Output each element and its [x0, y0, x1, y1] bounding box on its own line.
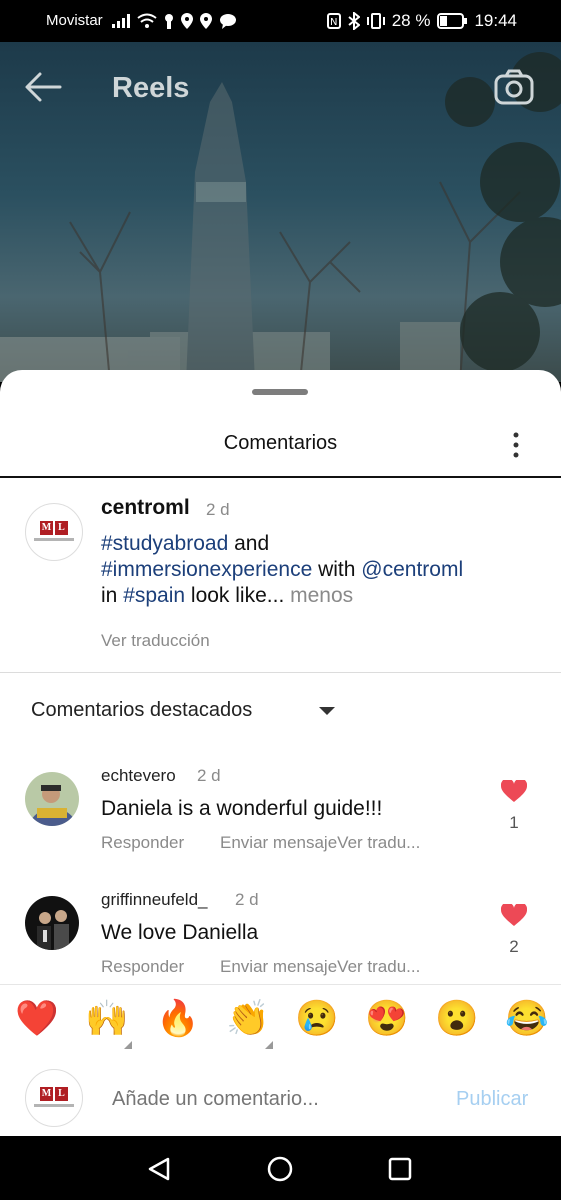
emoji-clapping-hands[interactable]: 👏 — [226, 999, 270, 1039]
header-divider — [0, 476, 561, 478]
divider — [0, 672, 561, 673]
hashtag-link[interactable]: #spain — [123, 584, 185, 607]
location-icon — [181, 13, 193, 29]
battery-percent: 28 % — [391, 11, 431, 30]
post-username[interactable]: centroml — [101, 496, 190, 520]
hashtag-link[interactable]: #immersionexperience — [101, 558, 312, 581]
bluetooth-icon — [348, 12, 360, 30]
svg-text:N: N — [330, 17, 337, 28]
comment-time: 2 d — [235, 890, 259, 909]
video-scene — [0, 52, 561, 382]
heart-icon[interactable] — [501, 780, 527, 803]
comment-input[interactable] — [112, 1088, 432, 1111]
less-link[interactable]: menos — [290, 584, 353, 607]
mention-link[interactable]: @centroml — [361, 558, 463, 581]
emoji-reaction-bar: ❤️ 🙌 🔥 👏 😢 😍 😮 😂 — [0, 984, 561, 1060]
like-count: 2 — [509, 937, 519, 956]
heart-icon[interactable] — [501, 904, 527, 927]
status-right: N 28 % 19:44 — [326, 10, 517, 32]
clock: 19:44 — [474, 11, 517, 30]
home-circle-icon[interactable] — [267, 1156, 293, 1182]
see-translation-link[interactable]: Ver traducción — [101, 631, 210, 651]
comment-username[interactable]: echtevero — [101, 766, 176, 786]
drag-handle[interactable] — [252, 389, 308, 395]
status-icons — [112, 10, 237, 32]
send-message-button[interactable]: Enviar mensajeVer tradu... — [220, 957, 420, 977]
emoji-fire[interactable]: 🔥 — [156, 999, 200, 1039]
camera-icon[interactable] — [494, 68, 534, 106]
page-title: Reels — [112, 72, 190, 104]
publish-button[interactable]: Publicar — [456, 1088, 528, 1111]
send-message-button[interactable]: Enviar mensajeVer tradu... — [220, 833, 420, 853]
caption-text: with — [312, 558, 362, 581]
hashtag-link[interactable]: #studyabroad — [101, 532, 228, 555]
emoji-laughing-face[interactable]: 😂 — [505, 999, 549, 1039]
signal-icon — [112, 14, 130, 28]
chevron-down-icon[interactable] — [319, 707, 335, 715]
caption-text: in — [101, 584, 124, 607]
comment-text: Daniela is a wonderful guide!!! — [101, 797, 383, 820]
comment-username[interactable]: griffinneufeld_ — [101, 890, 208, 910]
post-caption: #studyabroad and #immersionexperience wi… — [101, 531, 521, 609]
recents-square-icon[interactable] — [388, 1157, 412, 1181]
comment-time: 2 d — [197, 766, 221, 785]
reply-button[interactable]: Responder — [101, 833, 184, 853]
like-count: 1 — [509, 813, 519, 832]
reel-video[interactable] — [0, 42, 561, 382]
sheet-title: Comentarios — [223, 432, 338, 454]
sort-dropdown-label[interactable]: Comentarios destacados — [31, 699, 252, 722]
emoji-surprised-face[interactable]: 😮 — [435, 999, 479, 1039]
post-avatar[interactable]: ML — [25, 503, 83, 561]
back-triangle-icon[interactable] — [146, 1156, 172, 1182]
vibrate-icon — [366, 13, 385, 29]
avatar[interactable] — [25, 896, 79, 950]
skin-tone-corner-icon — [265, 1041, 273, 1049]
status-bar: Movistar N 28 % 19:44 — [0, 0, 561, 42]
battery-icon — [437, 13, 468, 29]
nfc-icon: N — [326, 13, 341, 29]
emoji-raised-hands[interactable]: 🙌 — [85, 999, 129, 1039]
comment-composer: ML Publicar — [0, 1058, 561, 1136]
post-time: 2 d — [206, 500, 230, 519]
chat-icon — [220, 14, 236, 29]
comment-text: We love Daniella — [101, 921, 259, 944]
caption-text: look like... — [185, 584, 291, 607]
keyhole-icon — [165, 14, 173, 29]
wifi-icon — [137, 13, 157, 28]
caption-text: and — [228, 532, 270, 555]
back-arrow-icon[interactable] — [24, 70, 64, 104]
location-icon-2 — [200, 13, 212, 29]
system-nav-bar — [0, 1136, 561, 1200]
emoji-heart-eyes[interactable]: 😍 — [365, 999, 409, 1039]
emoji-crying-face[interactable]: 😢 — [295, 999, 339, 1039]
carrier-label: Movistar — [46, 12, 103, 29]
reply-button[interactable]: Responder — [101, 957, 184, 977]
skin-tone-corner-icon — [124, 1041, 132, 1049]
emoji-heart[interactable]: ❤️ — [15, 999, 59, 1039]
user-avatar: ML — [25, 1069, 83, 1127]
more-options-icon[interactable] — [506, 430, 526, 460]
avatar[interactable] — [25, 772, 79, 826]
